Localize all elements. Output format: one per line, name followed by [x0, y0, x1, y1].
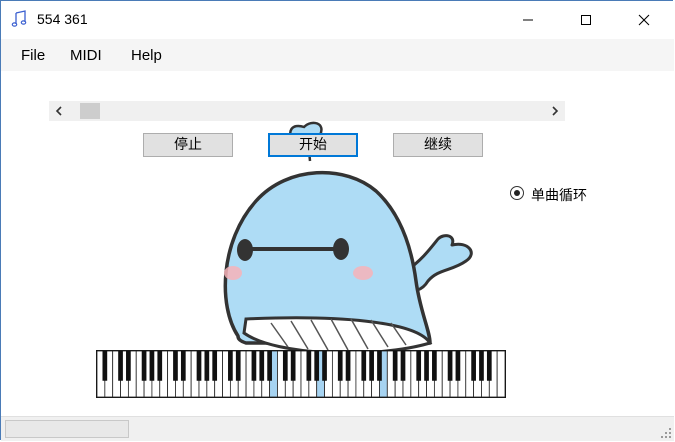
piano-black-key[interactable] [228, 351, 233, 381]
piano-black-key[interactable] [337, 351, 343, 381]
piano-black-key[interactable] [361, 351, 367, 381]
window-title: 554 361 [37, 11, 88, 27]
scroll-left-button[interactable] [49, 101, 69, 121]
piano-black-key[interactable] [486, 351, 492, 381]
piano-black-key[interactable] [141, 351, 147, 381]
close-icon [638, 14, 650, 26]
menu-help[interactable]: Help [131, 47, 162, 64]
piano-black-key[interactable] [416, 351, 422, 381]
piano-black-key[interactable] [212, 351, 218, 381]
piano-black-key[interactable] [157, 351, 163, 381]
horizontal-scrollbar[interactable] [49, 101, 565, 121]
piano-black-key[interactable] [259, 351, 265, 381]
music-note-icon [11, 10, 29, 28]
piano-black-key[interactable] [471, 351, 476, 381]
piano-black-key[interactable] [392, 351, 398, 381]
menu-file[interactable]: File [21, 47, 45, 64]
menu-bar: File MIDI Help [1, 39, 674, 71]
piano-black-key[interactable] [282, 351, 288, 381]
piano-black-key[interactable] [455, 351, 461, 381]
piano-black-key[interactable] [251, 351, 257, 381]
client-area: 停止 开始 继续 单曲循环 [1, 71, 674, 416]
piano-black-key[interactable] [196, 351, 202, 381]
piano-black-key[interactable] [424, 351, 429, 381]
piano-black-key[interactable] [479, 351, 484, 381]
maximize-icon [581, 15, 591, 25]
piano-black-key[interactable] [322, 351, 327, 381]
continue-button[interactable]: 继续 [393, 133, 483, 157]
piano-black-key[interactable] [180, 351, 186, 381]
piano-black-key[interactable] [173, 351, 178, 381]
piano-black-key[interactable] [235, 351, 241, 381]
title-bar[interactable]: 554 361 [1, 1, 674, 39]
minimize-icon [523, 19, 533, 21]
chevron-left-icon [55, 106, 62, 116]
piano-black-key[interactable] [447, 351, 453, 381]
start-button[interactable]: 开始 [268, 133, 358, 157]
minimize-button[interactable] [505, 1, 551, 39]
scroll-right-button[interactable] [545, 101, 565, 121]
piano-black-key[interactable] [102, 351, 108, 381]
piano-black-key[interactable] [204, 351, 210, 381]
piano-keyboard[interactable] [96, 350, 506, 398]
app-window: 554 361 File MIDI Help 停止 开始 继续 单曲循环 [0, 0, 674, 441]
close-button[interactable] [621, 1, 667, 39]
radio-selected-icon[interactable] [510, 186, 524, 200]
piano-white-key[interactable] [496, 350, 506, 398]
scroll-thumb[interactable] [80, 103, 100, 119]
piano-black-key[interactable] [369, 351, 374, 381]
chevron-right-icon [552, 106, 559, 116]
status-bar [1, 416, 674, 441]
loop-radio-label: 单曲循环 [531, 188, 587, 204]
piano-black-key[interactable] [345, 351, 351, 381]
piano-black-key[interactable] [432, 351, 437, 381]
piano-black-key[interactable] [149, 351, 155, 381]
resize-grip-icon[interactable] [660, 427, 672, 439]
piano-black-key[interactable] [126, 351, 131, 381]
piano-black-key[interactable] [314, 351, 320, 381]
piano-black-key[interactable] [290, 351, 296, 381]
piano-black-key[interactable] [118, 351, 123, 381]
maximize-button[interactable] [563, 1, 609, 39]
piano-black-key[interactable] [306, 351, 312, 381]
menu-midi[interactable]: MIDI [70, 47, 102, 64]
stop-button[interactable]: 停止 [143, 133, 233, 157]
piano-black-key[interactable] [400, 351, 406, 381]
piano-black-key[interactable] [377, 351, 382, 381]
status-pane [5, 420, 129, 438]
piano-black-key[interactable] [267, 351, 272, 381]
